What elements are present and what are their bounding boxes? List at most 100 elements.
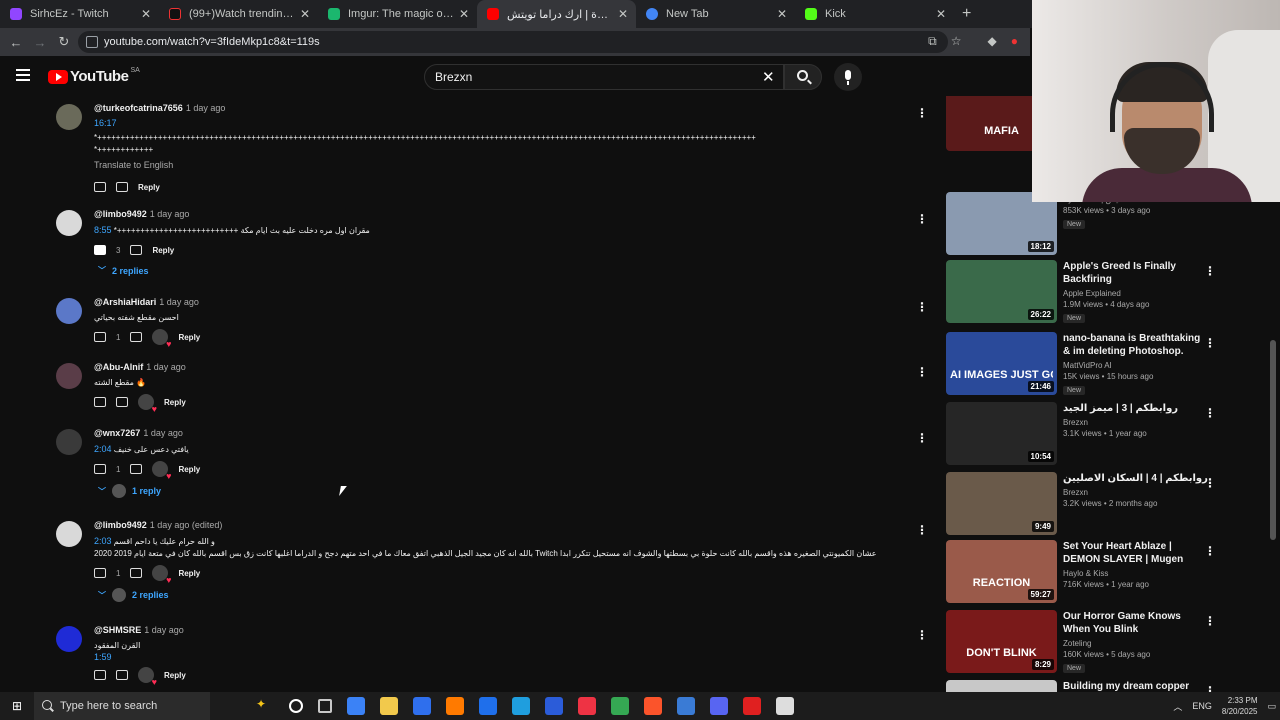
comment-date[interactable]: 1 day ago xyxy=(150,209,190,219)
related-video-item[interactable]: 9:49 روابطكم | 4 | السكان الاصليين Brezxn 3… xyxy=(946,472,1216,538)
comment-date[interactable]: 1 day ago xyxy=(186,103,226,113)
like-icon[interactable] xyxy=(94,182,106,192)
browser-tab[interactable]: SirhcEz - Twitch ✕ xyxy=(0,0,159,28)
more-actions-icon[interactable]: ⋮ xyxy=(1204,684,1216,692)
taskbar-app-icon[interactable] xyxy=(611,697,629,715)
close-tab-icon[interactable]: ✕ xyxy=(300,7,310,21)
more-actions-icon[interactable]: ⋮ xyxy=(916,431,928,445)
scrollbar[interactable] xyxy=(1270,340,1276,540)
taskbar-app-icon[interactable] xyxy=(318,699,332,713)
video-thumbnail[interactable]: 10:54 xyxy=(946,402,1057,465)
windows-start-icon[interactable]: ⊞ xyxy=(0,699,34,713)
site-info-icon[interactable] xyxy=(86,36,98,48)
close-tab-icon[interactable]: ✕ xyxy=(618,7,628,21)
avatar[interactable] xyxy=(56,429,82,455)
like-icon[interactable] xyxy=(94,332,106,342)
more-actions-icon[interactable]: ⋮ xyxy=(916,300,928,314)
browser-tab[interactable]: Kick ✕ xyxy=(795,0,954,28)
comment-author[interactable]: @Abu-Alnif xyxy=(94,362,143,372)
view-replies-button[interactable]: ﹀ 1 reply xyxy=(98,484,904,498)
browser-tab[interactable]: Imgur: The magic of the Interne ✕ xyxy=(318,0,477,28)
reload-icon[interactable]: ↻ xyxy=(52,34,76,50)
voice-search-icon[interactable] xyxy=(834,63,862,91)
clear-search-icon[interactable]: ✕ xyxy=(762,68,775,86)
browser-tab[interactable]: New Tab ✕ xyxy=(636,0,795,28)
channel-name[interactable]: Haylo & Kiss xyxy=(1063,569,1208,578)
notifications-icon[interactable]: ▭ xyxy=(1267,701,1276,712)
dislike-icon[interactable] xyxy=(116,397,128,407)
taskbar-app-icon[interactable] xyxy=(380,697,398,715)
youtube-logo[interactable]: YouTube SA xyxy=(48,67,140,85)
channel-name[interactable]: MattVidPro AI xyxy=(1063,361,1208,370)
dislike-icon[interactable] xyxy=(116,670,128,680)
view-replies-button[interactable]: ﹀ 2 replies xyxy=(98,265,904,276)
address-bar[interactable]: youtube.com/watch?v=3fIdeMkp1c8&t=119s xyxy=(78,31,948,53)
video-thumbnail[interactable]: DON'T BLINK 8:29 xyxy=(946,610,1057,673)
comment-author[interactable]: @limbo9492 xyxy=(94,520,147,530)
related-video-item[interactable]: THE HARDEST Building my dream copper⋮ xyxy=(946,680,1216,692)
dislike-icon[interactable] xyxy=(130,568,143,578)
comment-date[interactable]: 1 day ago xyxy=(144,625,184,635)
more-actions-icon[interactable]: ⋮ xyxy=(1204,264,1216,278)
taskbar-search[interactable]: Type here to search xyxy=(34,692,210,720)
video-title[interactable]: روابطكم | 3 | ميمز الجيد xyxy=(1063,402,1208,415)
extension-red-icon[interactable]: ● xyxy=(1011,34,1018,49)
reply-button[interactable]: Reply xyxy=(178,465,200,474)
related-video-item[interactable]: REACTION 59:27 Set Your Heart Ablaze | DEM… xyxy=(946,540,1216,606)
channel-name[interactable]: Apple Explained xyxy=(1063,289,1208,298)
video-title[interactable]: روابطكم | 4 | السكان الاصليين xyxy=(1063,472,1208,485)
close-tab-icon[interactable]: ✕ xyxy=(459,7,469,21)
avatar[interactable] xyxy=(56,210,82,236)
extension-icon[interactable]: ◆ xyxy=(988,34,997,49)
more-actions-icon[interactable]: ⋮ xyxy=(1204,336,1216,350)
taskbar-app-icon[interactable] xyxy=(512,697,530,715)
reply-button[interactable]: Reply xyxy=(164,398,186,407)
avatar[interactable] xyxy=(56,521,82,547)
back-icon[interactable]: ← xyxy=(4,35,28,50)
taskbar-app-icon[interactable] xyxy=(347,697,365,715)
comment-author[interactable]: @ArshiaHidari xyxy=(94,297,156,307)
install-app-icon[interactable]: ⧉ xyxy=(928,34,937,49)
taskbar-app-icon[interactable] xyxy=(776,697,794,715)
more-actions-icon[interactable]: ⋮ xyxy=(1204,476,1216,490)
more-actions-icon[interactable]: ⋮ xyxy=(916,106,928,120)
reply-button[interactable]: Reply xyxy=(164,671,186,680)
taskbar-app-icon[interactable] xyxy=(413,697,431,715)
language-indicator[interactable]: ENG xyxy=(1192,701,1212,711)
browser-tab-active[interactable]: سوالف خالرة | ارك دراما تويتش - ✕ xyxy=(477,0,636,28)
video-thumbnail[interactable]: REACTION 59:27 xyxy=(946,540,1057,603)
taskbar-app-icon[interactable] xyxy=(743,697,761,715)
view-replies-button[interactable]: ﹀ 2 replies xyxy=(98,588,904,602)
reply-button[interactable]: Reply xyxy=(152,246,174,255)
taskbar-app-icon[interactable] xyxy=(677,697,695,715)
timestamp-link[interactable]: 8:55 xyxy=(94,225,112,235)
reply-button[interactable]: Reply xyxy=(138,183,160,192)
like-icon[interactable] xyxy=(94,670,106,680)
avatar[interactable] xyxy=(56,104,82,130)
more-actions-icon[interactable]: ⋮ xyxy=(916,628,928,642)
timestamp-link[interactable]: 2:03 xyxy=(94,536,112,546)
taskbar-app-icon[interactable] xyxy=(289,699,303,713)
video-thumbnail[interactable]: THE HARDEST xyxy=(946,680,1057,692)
like-icon[interactable] xyxy=(94,568,106,578)
timestamp-link[interactable]: 1:59 xyxy=(94,652,904,662)
video-thumbnail[interactable]: AI IMAGES JUST GOT W21:46 xyxy=(946,332,1057,395)
dislike-icon[interactable] xyxy=(130,245,143,255)
close-tab-icon[interactable]: ✕ xyxy=(777,7,787,21)
avatar[interactable] xyxy=(56,626,82,652)
video-title[interactable]: Set Your Heart Ablaze | DEMON SLAYER | M… xyxy=(1063,540,1208,566)
related-video-item[interactable]: 10:54 روابطكم | 3 | ميمز الجيد Brezxn 3.1K … xyxy=(946,402,1216,468)
timestamp-link[interactable]: 2:04 xyxy=(94,444,112,454)
more-actions-icon[interactable]: ⋮ xyxy=(1204,406,1216,420)
clock[interactable]: 2:33 PM 8/20/2025 xyxy=(1222,695,1258,717)
channel-name[interactable]: Zoteling xyxy=(1063,639,1208,648)
menu-icon[interactable] xyxy=(16,69,30,81)
taskbar-app-icon[interactable] xyxy=(710,697,728,715)
video-title[interactable]: Building my dream copper xyxy=(1063,680,1208,692)
video-title[interactable]: Our Horror Game Knows When You Blink xyxy=(1063,610,1208,636)
translate-link[interactable]: Translate to English xyxy=(94,160,904,170)
more-actions-icon[interactable]: ⋮ xyxy=(1204,544,1216,558)
taskbar-app-icon[interactable] xyxy=(446,697,464,715)
dislike-icon[interactable] xyxy=(130,464,143,474)
like-icon[interactable] xyxy=(94,464,106,474)
